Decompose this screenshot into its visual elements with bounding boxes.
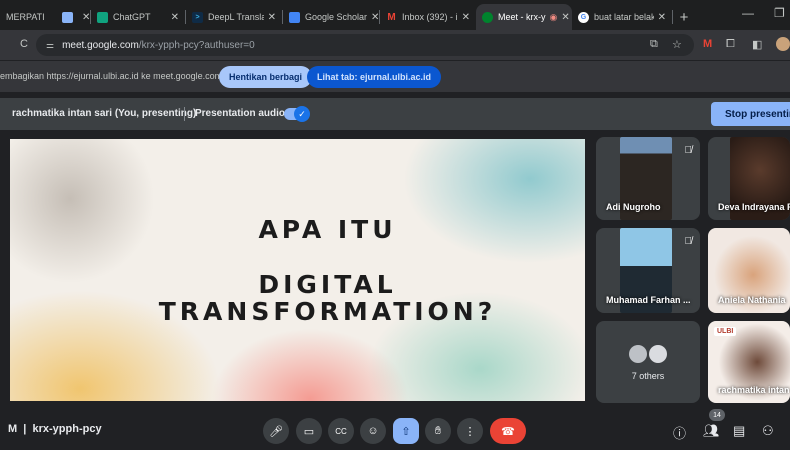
new-tab-button[interactable]: + [673, 4, 695, 30]
avatar [649, 345, 667, 363]
tab-merpati[interactable]: MERPATI [0, 4, 56, 30]
tab-title: Meet - krx-y [498, 12, 546, 22]
app-favicon-icon [62, 11, 73, 23]
extension-mendeley-icon[interactable]: M [703, 38, 712, 50]
more-options-button[interactable]: ⋮ [457, 418, 483, 444]
tab-sharing-infobar: embagikan https://ejurnal.ulbi.ac.id ke … [0, 60, 790, 92]
activities-icon[interactable]: ⚇ [762, 423, 774, 439]
bookmark-star-icon[interactable]: ☆ [672, 38, 682, 51]
close-icon[interactable]: ✕ [167, 12, 179, 23]
close-icon[interactable]: ✕ [458, 12, 470, 23]
close-icon[interactable]: ✕ [367, 12, 379, 23]
meeting-controls-bar: M | krx-ypph-pcy 🎤︎ ▭ CC ☺ ⇧ ✋︎ ⋮ ☎︎ ⓘ 👥… [0, 410, 790, 450]
presentation-audio-label: Presentation audio [195, 108, 286, 119]
participant-name: Aniela Nathania [718, 295, 786, 305]
participant-tile[interactable]: 🎙̸ Adi Nugroho [596, 137, 700, 220]
presentation-audio-toggle[interactable]: ✓ [284, 106, 310, 122]
url-host: meet.google.com [62, 39, 139, 51]
presenting-bar: rachmatika intan sari (You, presenting) … [0, 98, 790, 130]
site-info-icon[interactable]: ⚌ [46, 40, 54, 51]
side-panel-icon[interactable]: ◧ [752, 38, 762, 51]
google-favicon-icon: G [578, 11, 589, 23]
tab-title: MERPATI [6, 12, 45, 22]
browser-toolbar: C ⚌ meet.google.com/krx-ypph-pcy?authuse… [0, 30, 790, 60]
close-icon[interactable]: ✕ [654, 12, 666, 23]
emoji-reaction-button[interactable]: ☺ [360, 418, 386, 444]
participant-name: rachmatika intan [718, 385, 790, 395]
participant-name: Deva Indrayana R [718, 202, 790, 212]
self-tile[interactable]: ULBI rachmatika intan [708, 321, 790, 403]
tab-gmail-inbox[interactable]: M Inbox (392) - inf ✕ [380, 4, 476, 30]
checkmark-icon: ✓ [294, 106, 310, 122]
participant-tile[interactable]: 🎙̸ Muhamad Farhan ... [596, 228, 700, 313]
ulbi-logo: ULBI [714, 327, 737, 336]
slide-title-line-3: TRANSFORMATION? [158, 297, 497, 326]
meeting-info: M | krx-ypph-pcy [8, 423, 102, 435]
recording-indicator-icon: ◉ [549, 11, 558, 22]
raise-hand-button[interactable]: ✋︎ [425, 418, 451, 444]
people-icon[interactable]: 👥︎ [703, 423, 720, 439]
tab-title: Inbox (392) - inf [402, 12, 458, 22]
participant-count-badge: 14 [709, 409, 725, 421]
url-path: /krx-ypph-pcy?authuser=0 [138, 39, 255, 51]
avatar [629, 345, 647, 363]
participant-tile[interactable]: Deva Indrayana R [708, 137, 790, 220]
deepl-favicon-icon: > [192, 11, 203, 23]
close-icon[interactable]: ✕ [78, 12, 90, 23]
leave-call-button[interactable]: ☎︎ [490, 418, 526, 444]
divider [184, 107, 185, 121]
others-tile[interactable]: 7 others [596, 321, 700, 403]
reload-icon[interactable]: C [20, 38, 28, 50]
others-count-label: 7 others [631, 371, 665, 381]
stop-sharing-button[interactable]: Hentikan berbagi [219, 66, 313, 88]
meeting-time: M [8, 423, 18, 435]
mic-off-icon: 🎙̸ [684, 236, 693, 247]
participant-tile[interactable]: Aniela Nathania [708, 228, 790, 313]
camera-button[interactable]: ▭ [296, 418, 322, 444]
tab-title: Google Scholar [305, 12, 368, 22]
tab-title: ChatGPT [113, 12, 151, 22]
chat-icon[interactable]: ▤ [733, 423, 745, 439]
gmail-favicon-icon: M [387, 11, 396, 23]
tab-google-scholar[interactable]: Google Scholar ✕ [283, 4, 379, 30]
tab-meet[interactable]: Meet - krx-y ◉ ✕ [476, 4, 572, 30]
tab-chatgpt[interactable]: ChatGPT ✕ [91, 4, 185, 30]
present-screen-button[interactable]: ⇧ [393, 418, 419, 444]
participant-name: Muhamad Farhan ... [606, 295, 691, 305]
profile-avatar[interactable] [776, 37, 790, 51]
restore-icon[interactable]: ❐ [774, 6, 785, 20]
tab-app[interactable]: ✕ [56, 4, 90, 30]
chatgpt-favicon-icon [97, 11, 108, 23]
captions-button[interactable]: CC [328, 418, 354, 444]
stop-presenting-button[interactable]: Stop presenting [711, 102, 790, 126]
participant-name: Adi Nugroho [606, 202, 661, 212]
browser-tab-strip: MERPATI ✕ ChatGPT ✕ > DeepL Translate ✕ … [0, 0, 790, 30]
mic-off-icon: 🎙̸ [684, 145, 693, 156]
meeting-details-icon[interactable]: ⓘ [673, 423, 686, 442]
close-icon[interactable]: ✕ [557, 12, 569, 23]
view-tab-button[interactable]: Lihat tab: ejurnal.ulbi.ac.id [307, 66, 442, 88]
tab-title: DeepL Translate [208, 12, 264, 22]
close-icon[interactable]: ✕ [264, 12, 276, 23]
scholar-favicon-icon [289, 11, 300, 23]
tab-deepl[interactable]: > DeepL Translate ✕ [186, 4, 282, 30]
cast-tab-icon[interactable]: ⧉ [650, 38, 658, 51]
slide-title-line-1: APA ITU [258, 215, 397, 244]
sharing-message: embagikan https://ejurnal.ulbi.ac.id ke … [0, 71, 223, 81]
microphone-button[interactable]: 🎤︎ [263, 418, 289, 444]
address-bar[interactable]: ⚌ meet.google.com/krx-ypph-pcy?authuser=… [36, 34, 694, 56]
presentation-stage: APA ITU DIGITAL TRANSFORMATION? [10, 139, 585, 401]
meeting-code: krx-ypph-pcy [32, 423, 102, 435]
extensions-puzzle-icon[interactable]: ⧠ [726, 38, 735, 51]
tab-title: buat latar belak [594, 12, 654, 22]
presenter-label: rachmatika intan sari (You, presenting) [12, 108, 197, 119]
meet-favicon-icon [482, 11, 493, 23]
tab-google-search[interactable]: G buat latar belak ✕ [572, 4, 672, 30]
minimize-icon[interactable]: — [742, 6, 754, 20]
slide-title-line-2: DIGITAL [258, 270, 397, 299]
